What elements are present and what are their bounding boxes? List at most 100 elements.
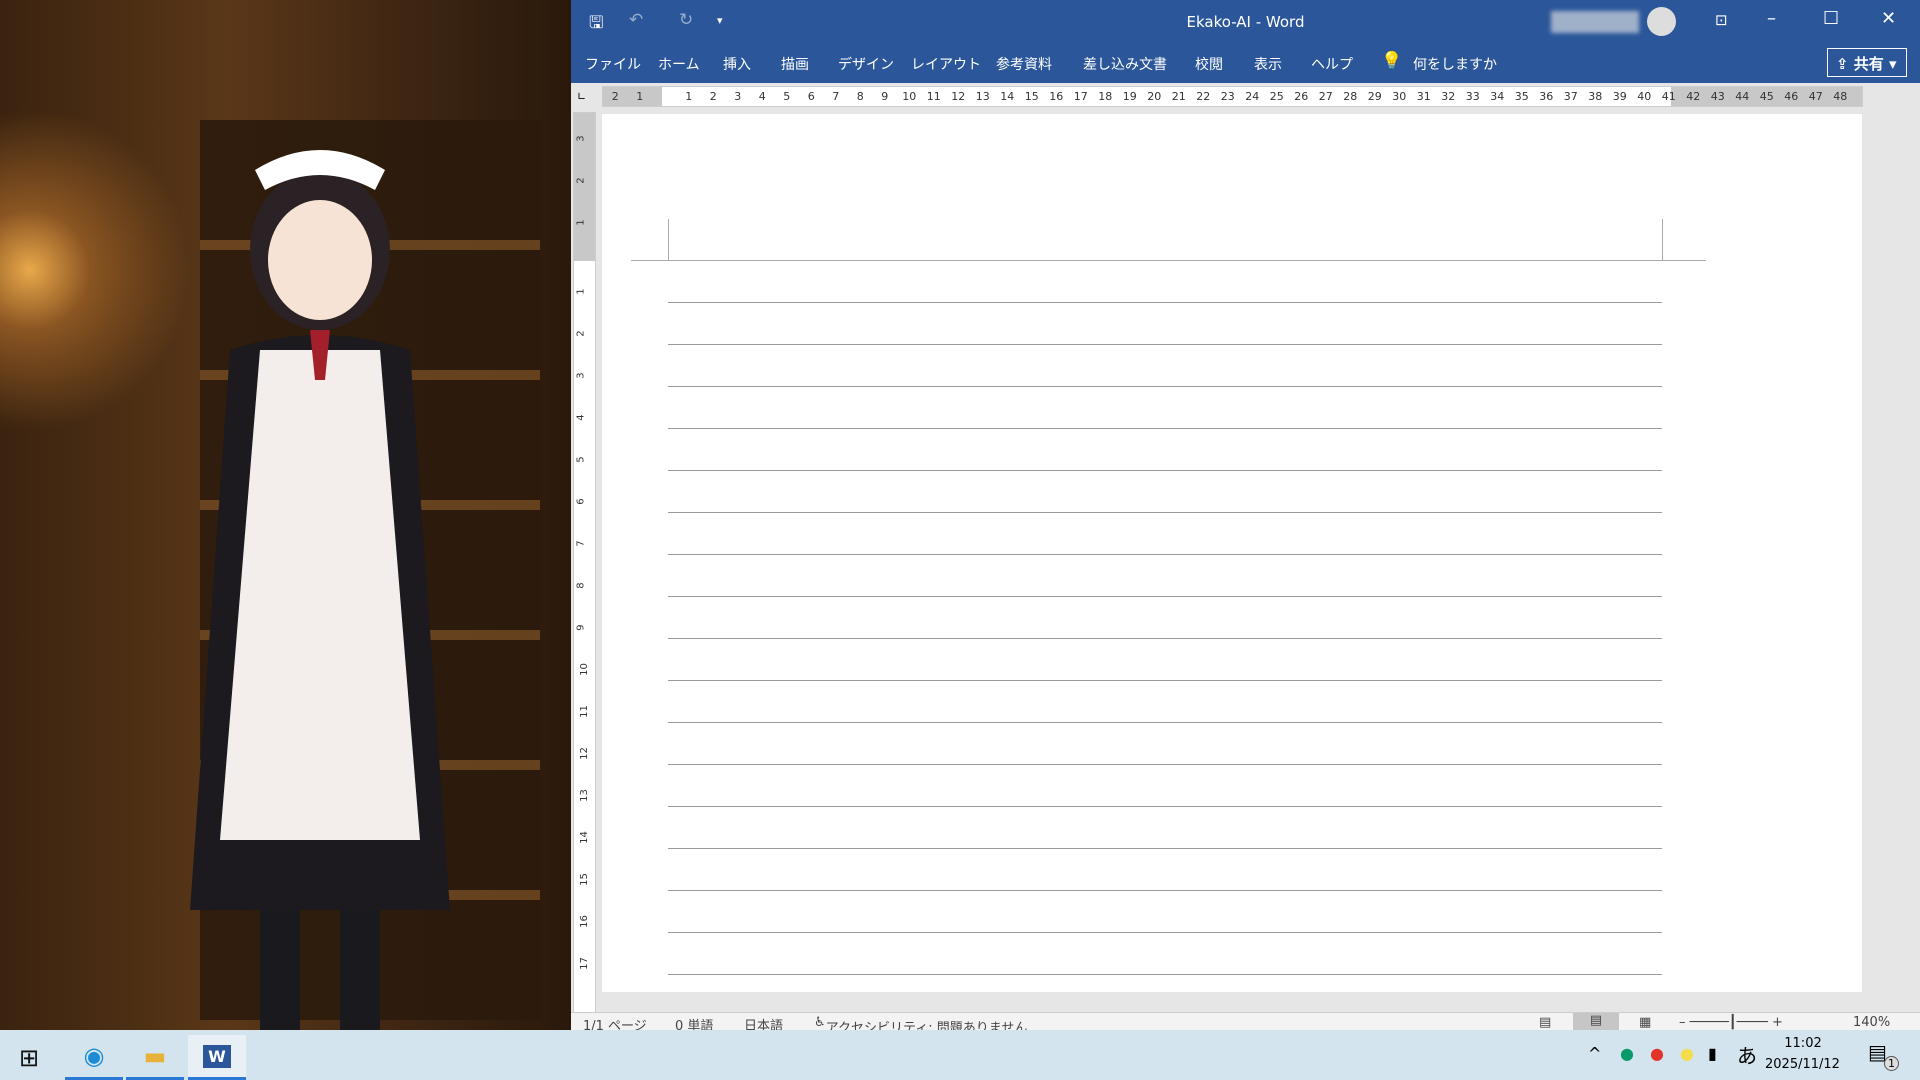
- ruler-label: 14: [995, 90, 1020, 103]
- maid-character-illustration: [150, 130, 500, 1030]
- tab-review[interactable]: 校閲: [1195, 54, 1223, 74]
- ruler-label: 32: [1436, 90, 1461, 103]
- desktop-wallpaper: [0, 0, 571, 1030]
- ruler-label: 3: [726, 90, 751, 103]
- vruler-label: 6: [576, 498, 587, 504]
- tab-mailings[interactable]: 差し込み文書: [1083, 54, 1167, 74]
- explorer-taskbar-button[interactable]: ▬: [126, 1035, 184, 1080]
- ruled-line: [668, 848, 1662, 849]
- edge-taskbar-button[interactable]: ◉: [65, 1035, 123, 1080]
- word-count[interactable]: 0 単語: [675, 1015, 713, 1030]
- vruler-label: 16: [579, 915, 590, 928]
- ruled-line: [668, 428, 1662, 429]
- ime-indicator[interactable]: あ: [1737, 1040, 1757, 1069]
- ruler-label: 19: [1118, 90, 1143, 103]
- ruled-line: [668, 302, 1662, 303]
- share-button[interactable]: ⇪ 共有 ▾: [1827, 48, 1907, 77]
- ruler-label: 9: [873, 90, 898, 103]
- ruler-label: 17: [1069, 90, 1094, 103]
- ruler-label: 2: [701, 90, 726, 103]
- tab-references[interactable]: 参考資料: [996, 54, 1052, 74]
- ruled-line: [668, 596, 1662, 597]
- ruler-label: 24: [1240, 90, 1265, 103]
- ruled-line: [668, 890, 1662, 891]
- clock-time[interactable]: 11:02: [1773, 1036, 1833, 1051]
- tab-draw[interactable]: 描画: [781, 54, 809, 74]
- tab-insert[interactable]: 挿入: [723, 54, 751, 74]
- maximize-icon[interactable]: ☐: [1823, 8, 1839, 29]
- ruler-label: 26: [1289, 90, 1314, 103]
- clock-date[interactable]: 2025/11/12: [1765, 1057, 1840, 1072]
- ruler-label: 7: [824, 90, 849, 103]
- ruler-label: 35: [1510, 90, 1535, 103]
- vruler-label: 17: [579, 957, 590, 970]
- accessibility-label: アクセシビリティ: 問題ありません: [826, 1017, 1028, 1030]
- ruled-line: [668, 974, 1662, 975]
- ruler-label: 46: [1779, 90, 1804, 103]
- tab-help[interactable]: ヘルプ: [1311, 54, 1353, 74]
- ribbon-tabs: ファイル ホーム 挿入 描画 デザイン レイアウト 参考資料 差し込み文書 校閲…: [571, 43, 1920, 83]
- web-layout-icon[interactable]: ▦: [1639, 1015, 1651, 1030]
- tab-layout[interactable]: レイアウト: [911, 54, 981, 74]
- minimize-icon[interactable]: –: [1767, 8, 1776, 29]
- ruled-line: [668, 512, 1662, 513]
- ruled-line: [668, 554, 1662, 555]
- vruler-label: 3: [576, 372, 587, 378]
- ruled-line: [668, 806, 1662, 807]
- tab-view[interactable]: 表示: [1254, 54, 1282, 74]
- zoom-slider[interactable]: – ─────┃──── +: [1679, 1015, 1783, 1030]
- ruler-label: 40: [1632, 90, 1657, 103]
- ruler-label: 23: [1216, 90, 1241, 103]
- ruler-label: 16: [1044, 90, 1069, 103]
- ruler-label: 1: [628, 90, 653, 103]
- vruler-label: 1: [576, 288, 587, 294]
- ruled-line: [668, 764, 1662, 765]
- vruler-label: 3: [576, 135, 587, 141]
- ruler-label: 41: [1657, 90, 1682, 103]
- print-layout-icon[interactable]: ▤: [1573, 1013, 1619, 1030]
- tab-design[interactable]: デザイン: [838, 54, 894, 74]
- account-avatar[interactable]: [1647, 7, 1676, 36]
- vertical-ruler[interactable]: 3211234567891011121314151617: [573, 112, 596, 1017]
- ruled-line: [668, 386, 1662, 387]
- share-label: 共有: [1854, 55, 1884, 73]
- tell-me-search[interactable]: 何をしますか: [1413, 54, 1497, 74]
- word-window: 🖫 ↶ ↻ ▾ Ekako-AI - Word ⊡ – ☐ ✕ ファイル ホーム…: [571, 0, 1920, 1030]
- vruler-label: 12: [579, 747, 590, 760]
- ruler-label: 12: [946, 90, 971, 103]
- document-page[interactable]: [602, 114, 1862, 992]
- ruler-label: 45: [1755, 90, 1780, 103]
- start-button[interactable]: ⊞: [0, 1035, 58, 1080]
- windows-icon: ⊞: [19, 1044, 39, 1072]
- tab-file[interactable]: ファイル: [585, 54, 641, 74]
- read-mode-icon[interactable]: ▤: [1539, 1015, 1551, 1030]
- vertical-scrollbar[interactable]: [1903, 108, 1920, 1016]
- ruled-line: [668, 932, 1662, 933]
- accessibility-status[interactable]: ♿ アクセシビリティ: 問題ありません: [814, 1015, 826, 1030]
- ruler-label: 28: [1338, 90, 1363, 103]
- word-taskbar-button[interactable]: W: [188, 1035, 246, 1080]
- close-icon[interactable]: ✕: [1881, 8, 1896, 29]
- page-count[interactable]: 1/1 ページ: [583, 1015, 647, 1030]
- ruler-label: 6: [799, 90, 824, 103]
- tab-home[interactable]: ホーム: [658, 54, 700, 74]
- notification-count: 1: [1884, 1056, 1899, 1071]
- tray-red-icon[interactable]: ●: [1650, 1044, 1664, 1063]
- ruler-label: 37: [1559, 90, 1584, 103]
- word-icon: W: [203, 1045, 231, 1068]
- ruler-label: 27: [1314, 90, 1339, 103]
- battery-icon[interactable]: ▮: [1708, 1044, 1717, 1063]
- ruler-label: 30: [1387, 90, 1412, 103]
- zoom-level[interactable]: 140%: [1853, 1015, 1890, 1030]
- tray-green-icon[interactable]: ●: [1620, 1044, 1634, 1063]
- ruler-label: 36: [1534, 90, 1559, 103]
- ribbon-display-options-icon[interactable]: ⊡: [1715, 11, 1728, 29]
- language[interactable]: 日本語: [744, 1015, 783, 1030]
- tab-selector-icon[interactable]: ∟: [577, 90, 586, 103]
- show-hidden-icons-icon[interactable]: ^: [1588, 1044, 1601, 1063]
- vruler-label: 7: [576, 540, 587, 546]
- vruler-label: 4: [576, 414, 587, 420]
- tray-yellow-icon[interactable]: ●: [1680, 1044, 1694, 1063]
- horizontal-ruler[interactable]: 2112345678910111213141516171819202122232…: [602, 86, 1863, 107]
- ruler-label: 10: [897, 90, 922, 103]
